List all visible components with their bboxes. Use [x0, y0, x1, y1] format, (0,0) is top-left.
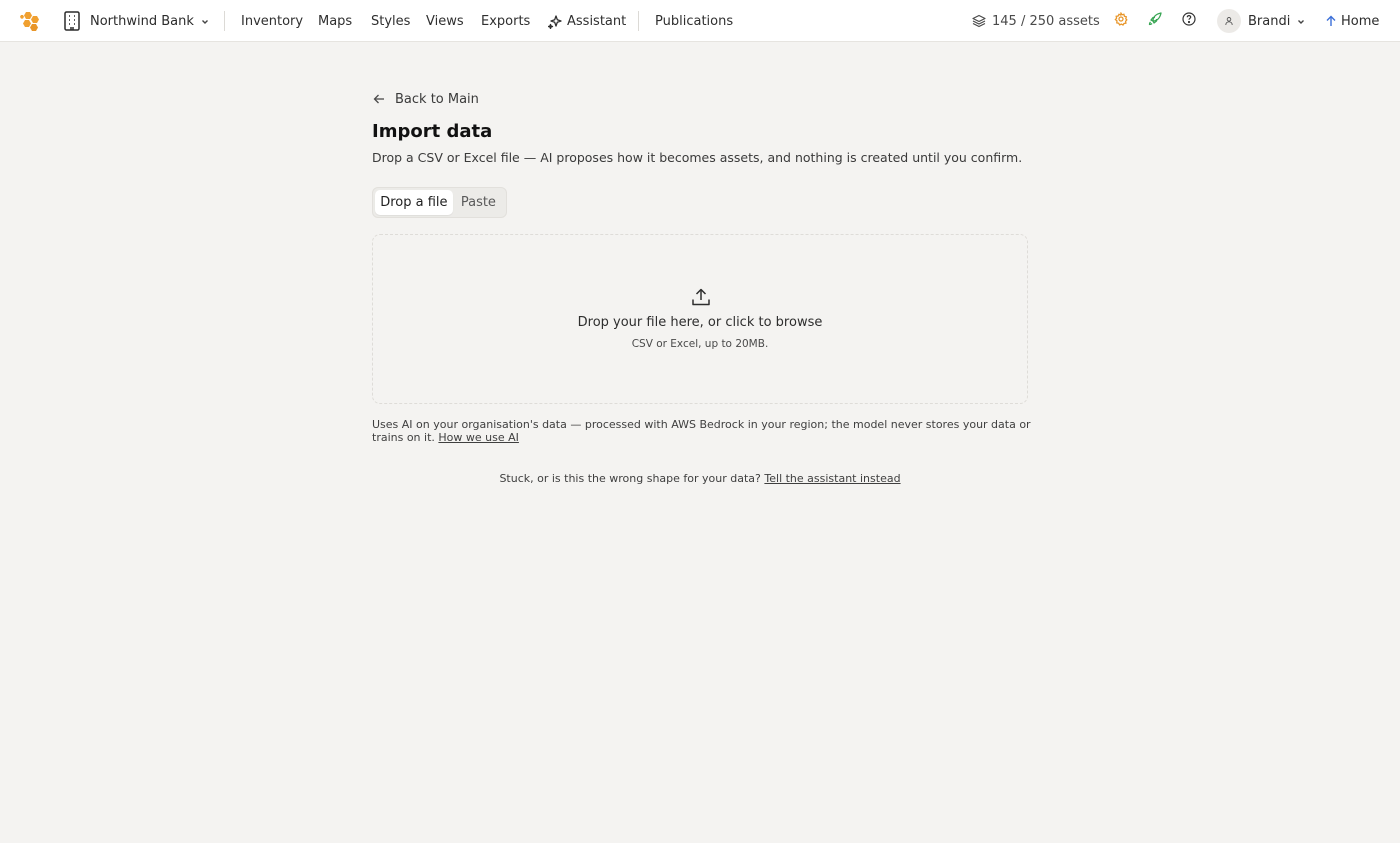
building-icon — [63, 11, 81, 31]
help-button[interactable] — [1180, 12, 1198, 30]
layers-icon — [972, 14, 986, 28]
assistant-fallback: Stuck, or is this the wrong shape for yo… — [0, 472, 1400, 485]
page-subtitle: Drop a CSV or Excel file — AI proposes h… — [372, 150, 1023, 165]
file-dropzone[interactable]: Drop your file here, or click to browse … — [372, 234, 1028, 404]
tell-assistant-link[interactable]: Tell the assistant instead — [764, 472, 900, 485]
nav-label: Styles — [371, 13, 411, 29]
nav-styles[interactable]: Styles — [371, 0, 410, 42]
asset-count: 145 / 250 assets — [992, 13, 1100, 29]
nav-label: Views — [426, 13, 464, 29]
help-icon — [1182, 12, 1196, 30]
how-we-use-ai-link[interactable]: How we use AI — [438, 431, 519, 444]
nav-views[interactable]: Views — [426, 0, 464, 42]
page-title: Import data — [372, 121, 493, 142]
nav-assistant[interactable]: Assistant — [548, 0, 626, 42]
top-bar: Northwind Bank Inventory Maps Styles Vie… — [0, 0, 1400, 42]
nav-label: Inventory — [241, 13, 304, 29]
nav-label: Publications — [655, 13, 734, 29]
ai-disclaimer: Uses AI on your organisation's data — pr… — [372, 418, 1032, 444]
arrow-left-icon — [372, 92, 386, 106]
upload-icon — [691, 287, 711, 307]
sparkles-icon — [548, 14, 563, 29]
home-label: Home — [1341, 13, 1380, 29]
nav-label: Maps — [318, 13, 353, 29]
divider — [224, 11, 225, 31]
dropzone-title: Drop your file here, or click to browse — [577, 315, 823, 330]
arrow-up-icon — [1325, 15, 1337, 27]
user-name: Brandi — [1248, 13, 1291, 29]
gear-icon — [1114, 11, 1128, 30]
user-menu[interactable]: Brandi — [1217, 8, 1306, 34]
rocket-icon — [1148, 12, 1162, 30]
chevron-down-icon — [200, 16, 210, 26]
back-label: Back to Main — [395, 91, 479, 107]
honeycomb-logo-icon[interactable] — [20, 11, 42, 31]
nav-inventory[interactable]: Inventory — [241, 0, 303, 42]
chevron-down-icon — [1296, 16, 1306, 26]
asset-usage: 145 / 250 assets — [972, 0, 1100, 42]
tab-drop-file[interactable]: Drop a file — [375, 190, 453, 215]
stuck-text: Stuck, or is this the wrong shape for yo… — [499, 472, 761, 485]
tab-paste[interactable]: Paste — [453, 190, 504, 215]
nav-exports[interactable]: Exports — [481, 0, 530, 42]
launch-button[interactable] — [1146, 12, 1164, 30]
nav-label: Assistant — [567, 13, 627, 29]
nav-publications[interactable]: Publications — [655, 0, 733, 42]
nav-label: Exports — [481, 13, 531, 29]
org-name: Northwind Bank — [90, 13, 194, 29]
settings-button[interactable] — [1112, 11, 1130, 30]
import-mode-tabs: Drop a file Paste — [372, 187, 507, 218]
divider — [638, 11, 639, 31]
back-link[interactable]: Back to Main — [372, 89, 479, 109]
avatar — [1217, 9, 1241, 33]
org-switcher[interactable]: Northwind Bank — [63, 10, 210, 32]
nav-maps[interactable]: Maps — [318, 0, 352, 42]
home-link[interactable]: Home — [1325, 10, 1379, 32]
dropzone-hint: CSV or Excel, up to 20MB. — [631, 338, 769, 350]
